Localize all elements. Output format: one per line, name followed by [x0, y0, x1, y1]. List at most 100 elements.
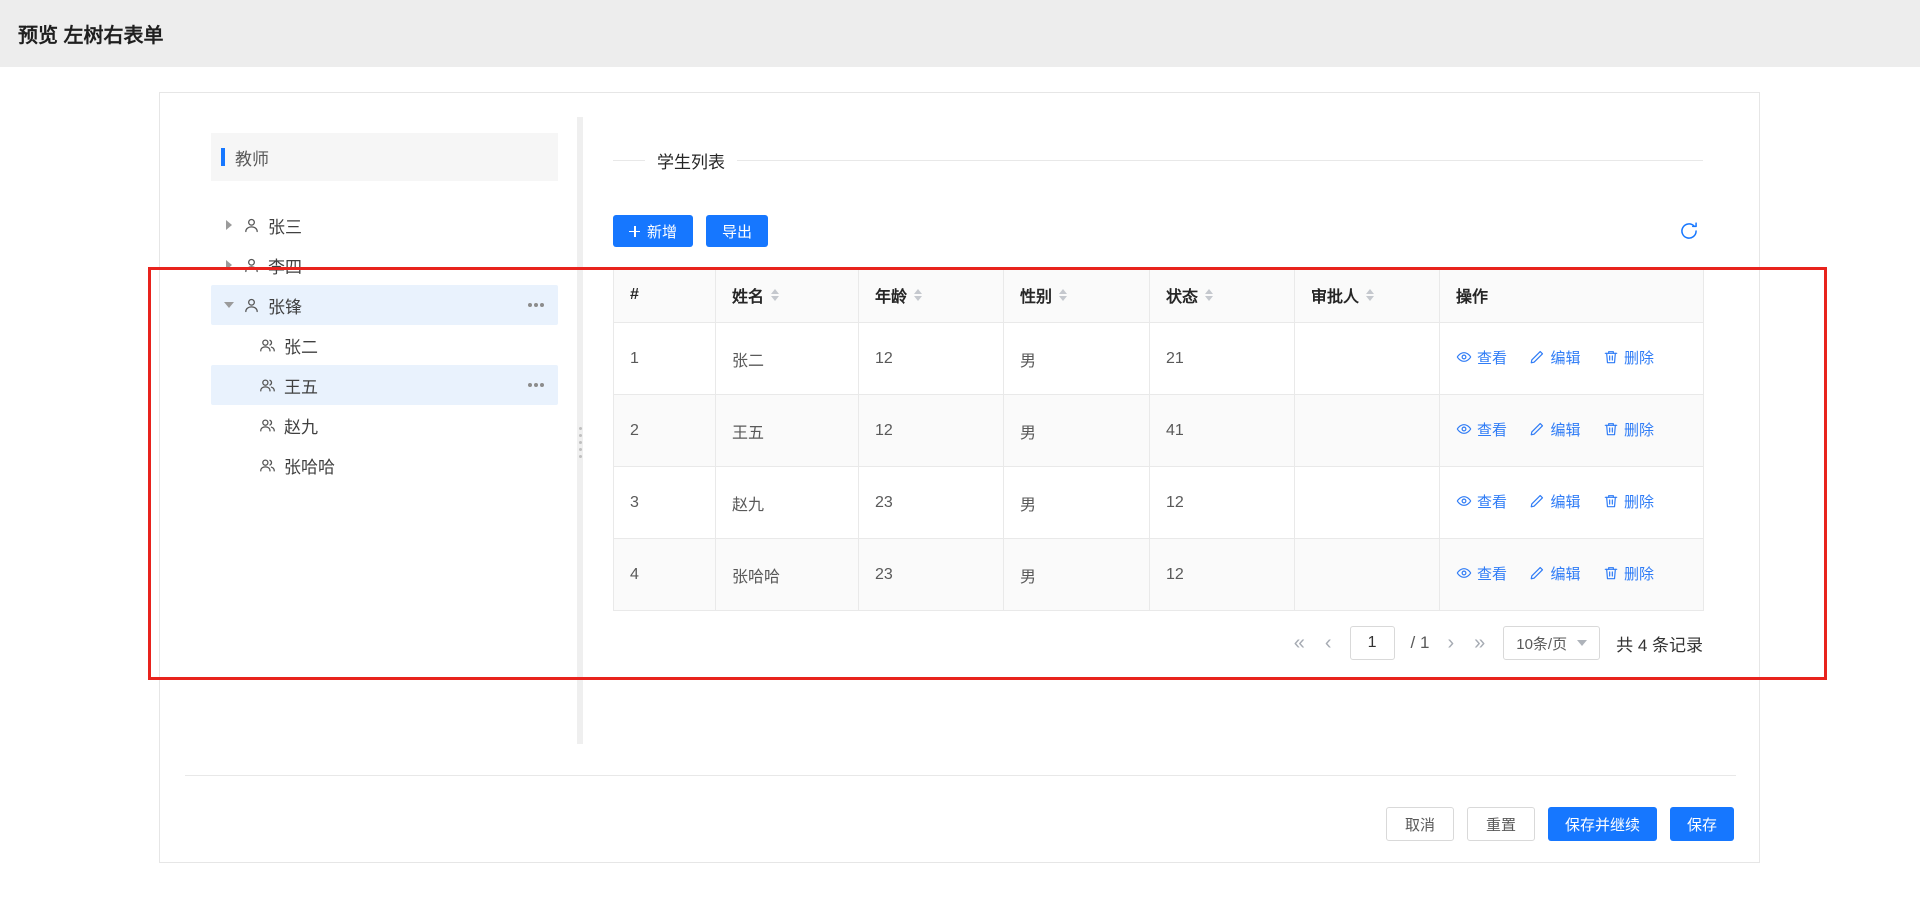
- group-icon: [259, 417, 276, 434]
- group-icon: [259, 377, 276, 394]
- view-label: 查看: [1477, 563, 1507, 584]
- delete-link[interactable]: 删除: [1603, 419, 1654, 440]
- column-label: 状态: [1166, 283, 1198, 307]
- column-header-actions: 操作: [1440, 268, 1704, 323]
- delete-label: 删除: [1624, 563, 1654, 584]
- top-header: 预览 左树右表单: [0, 0, 1920, 67]
- save-and-continue-button[interactable]: 保存并继续: [1548, 807, 1657, 841]
- view-link[interactable]: 查看: [1456, 491, 1507, 512]
- footer-actions: 取消 重置 保存并继续 保存: [1386, 807, 1734, 841]
- current-page-input[interactable]: 1: [1350, 626, 1395, 660]
- cell-gender: 男: [1004, 467, 1150, 539]
- cancel-button[interactable]: 取消: [1386, 807, 1454, 841]
- table-row: 4 张哈哈 23 男 12 查看 编辑 删除: [614, 539, 1704, 611]
- sort-icon[interactable]: [1366, 289, 1374, 301]
- cell-approver: [1295, 467, 1440, 539]
- trash-icon: [1603, 565, 1619, 581]
- cell-approver: [1295, 539, 1440, 611]
- student-panel: 学生列表 新增 导出: [613, 93, 1703, 862]
- next-page-button[interactable]: ›: [1445, 633, 1456, 653]
- tree-item-label: 张三: [268, 213, 558, 238]
- pencil-icon: [1529, 349, 1545, 365]
- column-header-age[interactable]: 年龄: [859, 268, 1004, 323]
- edit-link[interactable]: 编辑: [1529, 491, 1580, 512]
- page-size-select[interactable]: 10条/页: [1503, 626, 1600, 660]
- cell-age: 23: [859, 539, 1004, 611]
- reset-button[interactable]: 重置: [1467, 807, 1535, 841]
- add-button-label: 新增: [647, 221, 677, 242]
- view-label: 查看: [1477, 491, 1507, 512]
- sort-icon[interactable]: [771, 289, 779, 301]
- edit-label: 编辑: [1550, 563, 1580, 584]
- last-page-button[interactable]: »: [1472, 633, 1487, 653]
- delete-link[interactable]: 删除: [1603, 347, 1654, 368]
- column-label: 性别: [1020, 283, 1052, 307]
- expand-caret-icon[interactable]: [221, 260, 237, 270]
- more-actions-icon[interactable]: [534, 383, 538, 387]
- cell-gender: 男: [1004, 323, 1150, 395]
- tree-item-label: 李四: [268, 253, 558, 278]
- cell-age: 12: [859, 323, 1004, 395]
- tree-item-zhaojiu[interactable]: 赵九: [211, 405, 558, 445]
- edit-link[interactable]: 编辑: [1529, 563, 1580, 584]
- expand-caret-icon[interactable]: [221, 220, 237, 230]
- form-card: 教师 张三 李四 张锋 张二: [159, 92, 1760, 863]
- pencil-icon: [1529, 565, 1545, 581]
- cell-name: 张二: [716, 323, 859, 395]
- cell-name: 王五: [716, 395, 859, 467]
- column-label: 年龄: [875, 283, 907, 307]
- tree-root-header[interactable]: 教师: [211, 133, 558, 181]
- trash-icon: [1603, 493, 1619, 509]
- cell-gender: 男: [1004, 539, 1150, 611]
- table-row: 3 赵九 23 男 12 查看 编辑 删除: [614, 467, 1704, 539]
- section-title: 学生列表: [657, 148, 725, 173]
- person-icon: [243, 217, 260, 234]
- export-button[interactable]: 导出: [706, 215, 768, 247]
- column-header-approver[interactable]: 审批人: [1295, 268, 1440, 323]
- edit-link[interactable]: 编辑: [1529, 347, 1580, 368]
- refresh-icon[interactable]: [1679, 221, 1699, 241]
- view-link[interactable]: 查看: [1456, 347, 1507, 368]
- tree-item-lisi[interactable]: 李四: [211, 245, 558, 285]
- collapse-caret-icon[interactable]: [221, 302, 237, 308]
- tree-item-zhanger[interactable]: 张二: [211, 325, 558, 365]
- tree-root-label: 教师: [235, 145, 269, 170]
- cell-name: 赵九: [716, 467, 859, 539]
- footer-divider: [185, 775, 1736, 776]
- total-pages-label: / 1: [1411, 633, 1430, 653]
- splitter-grip-icon[interactable]: [579, 427, 582, 458]
- cell-age: 23: [859, 467, 1004, 539]
- column-header-name[interactable]: 姓名: [716, 268, 859, 323]
- sort-icon[interactable]: [1059, 289, 1067, 301]
- tree-item-zhanghaha[interactable]: 张哈哈: [211, 445, 558, 485]
- column-header-status[interactable]: 状态: [1150, 268, 1295, 323]
- tree-list: 张三 李四 张锋 张二 王五: [211, 205, 558, 485]
- tree-item-label: 张二: [284, 333, 558, 358]
- delete-link[interactable]: 删除: [1603, 491, 1654, 512]
- more-actions-icon[interactable]: [534, 303, 538, 307]
- edit-link[interactable]: 编辑: [1529, 419, 1580, 440]
- tree-item-wangwu[interactable]: 王五: [211, 365, 558, 405]
- sort-icon[interactable]: [1205, 289, 1213, 301]
- cell-status: 12: [1150, 467, 1295, 539]
- column-label: 审批人: [1311, 283, 1359, 307]
- table-header-row: # 姓名 年龄 性别 状态 审批人 操作: [614, 268, 1704, 323]
- first-page-button[interactable]: «: [1292, 633, 1307, 653]
- cell-approver: [1295, 323, 1440, 395]
- save-button[interactable]: 保存: [1670, 807, 1734, 841]
- plus-icon: [629, 226, 640, 237]
- prev-page-button[interactable]: ‹: [1323, 633, 1334, 653]
- view-link[interactable]: 查看: [1456, 419, 1507, 440]
- eye-icon: [1456, 349, 1472, 365]
- view-link[interactable]: 查看: [1456, 563, 1507, 584]
- page: 预览 左树右表单 教师 张三 李四 张锋: [0, 0, 1920, 902]
- panel-splitter[interactable]: [577, 117, 583, 744]
- sort-icon[interactable]: [914, 289, 922, 301]
- add-button[interactable]: 新增: [613, 215, 693, 247]
- column-header-gender[interactable]: 性别: [1004, 268, 1150, 323]
- tree-item-zhangfeng[interactable]: 张锋: [211, 285, 558, 325]
- record-count-label: 共 4 条记录: [1616, 631, 1703, 656]
- tree-item-label: 张锋: [268, 293, 534, 318]
- tree-item-zhangsan[interactable]: 张三: [211, 205, 558, 245]
- delete-link[interactable]: 删除: [1603, 563, 1654, 584]
